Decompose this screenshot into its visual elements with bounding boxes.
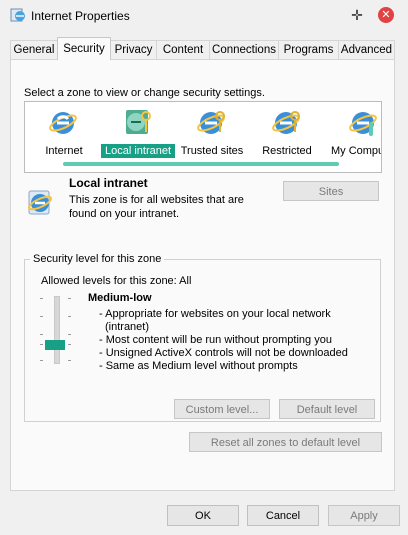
slider-tick <box>68 316 71 317</box>
slider-tick <box>68 344 71 345</box>
slider-tick <box>68 360 71 361</box>
slider-tick <box>68 334 71 335</box>
zone-local-intranet[interactable]: Local intranet <box>101 106 175 158</box>
slider-track[interactable] <box>54 296 60 364</box>
tab-security[interactable]: Security <box>57 37 111 60</box>
selected-zone-icon <box>27 190 53 215</box>
slider-tick <box>40 360 43 361</box>
selected-zone-name: Local intranet <box>69 176 148 190</box>
close-icon[interactable]: ✕ <box>378 7 394 23</box>
security-level-name: Medium-low <box>88 292 152 304</box>
apply-button[interactable]: Apply <box>328 505 400 526</box>
tab-advanced[interactable]: Advanced <box>338 40 395 59</box>
ok-button[interactable]: OK <box>167 505 239 526</box>
zone-instruction: Select a zone to view or change security… <box>24 87 265 99</box>
tab-general[interactable]: General <box>10 40 58 59</box>
local-intranet-zone-icon <box>126 110 151 134</box>
trusted-sites-zone-icon <box>197 111 225 134</box>
zone-label-trusted-sites: Trusted sites <box>180 145 244 157</box>
zone-trusted-sites[interactable]: Trusted sites <box>177 106 247 158</box>
slider-tick <box>40 334 43 335</box>
internet-zone-icon <box>49 112 77 134</box>
level-line: - Most content will be run without promp… <box>99 334 332 346</box>
slider-tick <box>40 298 43 299</box>
reset-all-zones-button[interactable]: Reset all zones to default level <box>189 432 382 452</box>
security-level-description: - Appropriate for websites on your local… <box>99 308 348 373</box>
title-bar: Internet Properties ✛ ✕ <box>0 0 408 30</box>
zone-vertical-scrollbar[interactable] <box>369 122 373 136</box>
level-line: - Appropriate for websites on your local… <box>99 308 331 320</box>
zone-restricted[interactable]: Restricted <box>257 106 317 158</box>
zone-label-restricted: Restricted <box>262 145 312 157</box>
zone-internet[interactable]: Internet <box>39 106 89 158</box>
tab-privacy[interactable]: Privacy <box>110 40 157 59</box>
security-level-group-title: Security level for this zone <box>30 253 165 265</box>
zone-my-computer[interactable]: My Computer <box>327 106 381 158</box>
restricted-zone-icon <box>272 111 300 134</box>
tab-content[interactable]: Content <box>156 40 210 59</box>
pin-icon[interactable]: ✛ <box>350 8 364 22</box>
my-computer-zone-icon <box>349 112 377 134</box>
slider-thumb[interactable] <box>45 340 65 350</box>
sites-button[interactable]: Sites <box>283 181 379 201</box>
level-line: - Unsigned ActiveX controls will not be … <box>99 347 348 359</box>
level-line: - Same as Medium level without prompts <box>99 360 298 372</box>
tab-programs[interactable]: Programs <box>278 40 339 59</box>
selected-zone-description: This zone is for all websites that are f… <box>69 194 244 220</box>
default-level-button[interactable]: Default level <box>279 399 375 419</box>
slider-tick <box>40 316 43 317</box>
level-line: (intranet) <box>105 321 150 333</box>
custom-level-button[interactable]: Custom level... <box>174 399 270 419</box>
slider-tick <box>40 344 43 345</box>
zone-label-local-intranet: Local intranet <box>101 144 175 158</box>
window-title: Internet Properties <box>31 9 130 23</box>
zone-label-my-computer: My Computer <box>330 145 381 157</box>
internet-properties-icon <box>10 8 25 22</box>
zone-list[interactable]: Internet Local intranet Trusted sites Re… <box>24 101 382 173</box>
zone-label-internet: Internet <box>45 145 83 157</box>
tab-connections[interactable]: Connections <box>209 40 279 59</box>
zone-horizontal-scrollbar[interactable] <box>63 162 339 166</box>
slider-tick <box>68 298 71 299</box>
cancel-button[interactable]: Cancel <box>247 505 319 526</box>
allowed-levels-text: Allowed levels for this zone: All <box>41 275 192 287</box>
